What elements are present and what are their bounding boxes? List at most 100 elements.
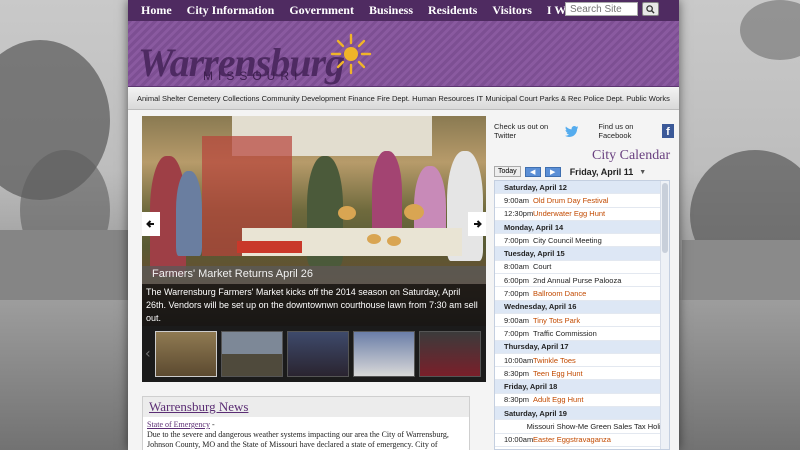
page-container: Home City Information Government Busines… — [128, 0, 679, 450]
subnav-municipal-court[interactable]: Municipal Court — [485, 94, 537, 103]
subnav-human-resources[interactable]: Human Resources — [412, 94, 474, 103]
search-input[interactable] — [565, 2, 638, 16]
event-time: 12:30pm — [504, 209, 534, 219]
event-time: 9:00am — [504, 315, 530, 325]
event-title[interactable]: Twinkle Toes — [533, 356, 576, 365]
event-time: 8:30pm — [504, 395, 530, 405]
event-title[interactable]: 2nd Annual Purse Palooza — [533, 276, 621, 285]
slide-prev-button[interactable] — [142, 212, 160, 236]
facebook-label[interactable]: Find us on Facebook — [598, 122, 659, 140]
nav-business[interactable]: Business — [369, 3, 413, 18]
facebook-icon[interactable]: f — [661, 124, 674, 138]
event-time: 8:30pm — [504, 368, 530, 378]
event-title[interactable]: Missouri Show-Me Green Sales Tax Holida — [527, 422, 669, 431]
calendar-event[interactable]: Missouri Show-Me Green Sales Tax Holida — [495, 420, 669, 434]
event-time: 7:00pm — [504, 289, 530, 299]
calendar-event[interactable]: 10:00am Easter Eggstravaganza — [495, 434, 669, 447]
subnav-fire-dept[interactable]: Fire Dept. — [377, 94, 410, 103]
calendar-day-header: Thursday, April 17 — [495, 340, 669, 354]
search-button[interactable] — [642, 2, 659, 16]
event-title[interactable]: Underwater Egg Hunt — [533, 209, 605, 218]
event-time: 8:00am — [504, 262, 530, 272]
thumbnail-4[interactable] — [353, 331, 415, 377]
calendar-title: City Calendar — [592, 148, 671, 163]
event-title[interactable]: City Council Meeting — [533, 236, 602, 245]
calendar-day-header: Friday, April 18 — [495, 380, 669, 394]
news-item-title[interactable]: State of Emergency — [147, 420, 210, 429]
calendar-event[interactable]: 9:00am Old Drum Day Festival — [495, 194, 669, 208]
event-title[interactable]: Old Drum Day Festival — [533, 196, 608, 205]
event-title[interactable]: Ballroom Dance — [533, 289, 586, 298]
event-title[interactable]: Tiny Tots Park — [533, 316, 580, 325]
subnav-parks-rec[interactable]: Parks & Rec — [540, 94, 582, 103]
event-time: 7:00pm — [504, 235, 530, 245]
calendar-event[interactable]: 7:00pm Traffic Commission — [495, 327, 669, 341]
nav-home[interactable]: Home — [141, 3, 172, 18]
news-heading[interactable]: Warrensburg News — [143, 397, 469, 417]
today-button[interactable]: Today — [494, 166, 521, 177]
site-search — [565, 2, 659, 16]
calendar-day-header: Saturday, April 12 — [495, 181, 669, 195]
calendar-next-button[interactable]: ▶ — [544, 166, 561, 177]
thumbnail-1[interactable] — [155, 331, 217, 377]
calendar-current-date[interactable]: Friday, April 11 — [570, 167, 634, 177]
dropdown-arrow-icon[interactable]: ▼ — [639, 168, 646, 176]
calendar-agenda: Saturday, April 12 9:00am Old Drum Day Fes… — [494, 180, 670, 450]
logo-state: MISSOURI — [203, 69, 303, 83]
news-item-body: Due to the severe and dangerous weather … — [147, 430, 449, 449]
calendar-event[interactable]: 8:30pm Teen Egg Hunt — [495, 367, 669, 381]
calendar-event[interactable]: 9:00am Tiny Tots Park — [495, 314, 669, 328]
thumb-prev-icon[interactable]: ‹ — [145, 346, 151, 362]
arrow-left-icon — [146, 220, 154, 228]
thumbnail-2[interactable] — [221, 331, 283, 377]
slide-caption-title[interactable]: Farmers' Market Returns April 26 — [142, 266, 486, 284]
slide-next-button[interactable] — [468, 212, 486, 236]
event-time: 9:00am — [504, 195, 530, 205]
event-title[interactable]: Easter Eggstravaganza — [533, 435, 611, 444]
calendar-event[interactable]: 10:00am Twinkle Toes — [495, 354, 669, 368]
nav-residents[interactable]: Residents — [428, 3, 477, 18]
social-links: Check us out on Twitter Find us on Faceb… — [494, 122, 674, 140]
subnav-cemetery[interactable]: Cemetery — [188, 94, 221, 103]
twitter-label[interactable]: Check us out on Twitter — [494, 122, 562, 140]
thumbnail-strip: ‹ — [142, 326, 486, 382]
department-navigation: Animal Shelter Cemetery Collections Comm… — [128, 88, 679, 110]
site-banner: Warrensburg MISSOURI — [128, 21, 679, 87]
featured-slideshow: Farmers' Market Returns April 26 The War… — [142, 116, 486, 382]
triangle-left-icon: ◀ — [529, 167, 536, 176]
calendar-scrollbar[interactable] — [660, 181, 669, 449]
event-title[interactable]: Adult Egg Hunt — [533, 395, 583, 404]
sun-logo-icon — [330, 33, 372, 75]
nav-visitors[interactable]: Visitors — [492, 3, 532, 18]
calendar-day-header: Tuesday, April 15 — [495, 247, 669, 261]
subnav-finance[interactable]: Finance — [348, 94, 375, 103]
calendar-event[interactable]: 8:00am Court — [495, 261, 669, 275]
calendar-event[interactable]: 7:00pm Ballroom Dance — [495, 287, 669, 301]
nav-government[interactable]: Government — [289, 3, 354, 18]
news-item-title-suffix: - — [209, 420, 215, 429]
thumbnail-5[interactable] — [419, 331, 481, 377]
arrow-right-icon — [474, 220, 482, 228]
event-title[interactable]: Court — [533, 262, 551, 271]
event-time: 7:00pm — [504, 328, 530, 338]
calendar-prev-button[interactable]: ◀ — [524, 166, 541, 177]
subnav-animal-shelter[interactable]: Animal Shelter — [137, 94, 186, 103]
subnav-collections[interactable]: Collections — [223, 94, 260, 103]
event-time: 10:00am — [504, 355, 534, 365]
event-title[interactable]: Traffic Commission — [533, 329, 597, 338]
subnav-community-development[interactable]: Community Development — [262, 94, 346, 103]
nav-city-information[interactable]: City Information — [187, 3, 275, 18]
calendar-event[interactable]: 7:00pm City Council Meeting — [495, 234, 669, 248]
event-time: 6:00pm — [504, 275, 530, 285]
scrollbar-thumb[interactable] — [662, 183, 668, 253]
subnav-public-works[interactable]: Public Works — [626, 94, 670, 103]
calendar-event[interactable]: 8:30pm Adult Egg Hunt — [495, 394, 669, 408]
subnav-it[interactable]: IT — [476, 94, 483, 103]
event-time: 10:00am — [504, 435, 534, 445]
event-title[interactable]: Teen Egg Hunt — [533, 369, 583, 378]
twitter-icon[interactable] — [564, 125, 579, 138]
thumbnail-3[interactable] — [287, 331, 349, 377]
calendar-event[interactable]: 6:00pm 2nd Annual Purse Palooza — [495, 274, 669, 288]
subnav-police-dept[interactable]: Police Dept. — [584, 94, 624, 103]
calendar-event[interactable]: 12:30pm Underwater Egg Hunt — [495, 208, 669, 221]
